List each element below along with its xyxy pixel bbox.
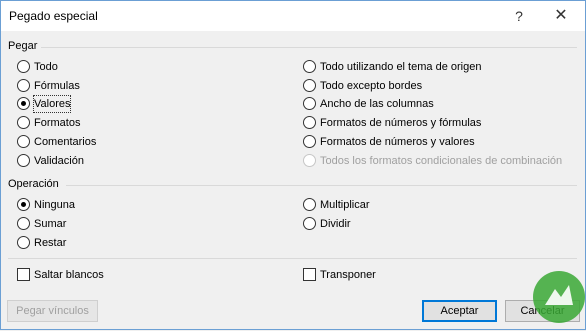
radio-label: Comentarios bbox=[34, 136, 97, 148]
radio-button[interactable] bbox=[303, 79, 316, 92]
radio-button[interactable] bbox=[17, 236, 30, 249]
radio-label: Valores bbox=[32, 95, 72, 113]
operacion-group-label: Operación bbox=[8, 178, 59, 190]
radio-label: Todos los formatos condicionales de comb… bbox=[320, 155, 563, 167]
close-button[interactable]: ✕ bbox=[550, 5, 572, 27]
radio-label: Ninguna bbox=[34, 199, 75, 211]
watermark-logo-icon bbox=[533, 271, 585, 323]
radio-button[interactable] bbox=[17, 154, 30, 167]
radio-button[interactable] bbox=[303, 60, 316, 73]
radio-label: Restar bbox=[34, 237, 67, 249]
radio-button[interactable] bbox=[303, 97, 316, 110]
checkbox-label: Transponer bbox=[320, 269, 376, 281]
pegar-group-label: Pegar bbox=[8, 40, 38, 52]
help-button[interactable]: ? bbox=[508, 5, 530, 27]
radio-button[interactable] bbox=[17, 79, 30, 92]
radio-label: Formatos de números y valores bbox=[320, 136, 475, 148]
checkbox-box[interactable] bbox=[303, 268, 316, 281]
radio-button[interactable] bbox=[17, 135, 30, 148]
checkbox-divider bbox=[8, 258, 577, 259]
radio-label: Formatos de números y fórmulas bbox=[320, 117, 482, 129]
operacion-group-divider bbox=[66, 185, 577, 186]
pegar-vinculos-button[interactable]: Pegar vínculos bbox=[7, 300, 98, 322]
radio-label: Todo utilizando el tema de origen bbox=[320, 61, 482, 73]
checkbox-label: Saltar blancos bbox=[34, 269, 104, 281]
radio-button-selected[interactable] bbox=[17, 97, 30, 110]
checkbox-box[interactable] bbox=[17, 268, 30, 281]
radio-label: Fórmulas bbox=[34, 80, 80, 92]
radio-label: Sumar bbox=[34, 218, 67, 230]
radio-label: Dividir bbox=[320, 218, 351, 230]
radio-label: Multiplicar bbox=[320, 199, 370, 211]
title-bar: Pegado especial ? ✕ bbox=[1, 1, 585, 31]
radio-label: Ancho de las columnas bbox=[320, 98, 434, 110]
dialog-title: Pegado especial bbox=[9, 9, 98, 23]
radio-button-disabled bbox=[303, 154, 316, 167]
radio-button[interactable] bbox=[303, 135, 316, 148]
radio-button[interactable] bbox=[303, 198, 316, 211]
pegar-group-divider bbox=[41, 47, 577, 48]
radio-button[interactable] bbox=[17, 60, 30, 73]
radio-button[interactable] bbox=[17, 217, 30, 230]
radio-label: Validación bbox=[34, 155, 84, 167]
radio-label: Formatos bbox=[34, 117, 81, 129]
radio-button[interactable] bbox=[303, 116, 316, 129]
radio-button[interactable] bbox=[17, 116, 30, 129]
radio-button[interactable] bbox=[303, 217, 316, 230]
paste-special-dialog: Pegado especial ? ✕ Pegar Todo Fórmulas … bbox=[0, 0, 586, 330]
radio-button-selected[interactable] bbox=[17, 198, 30, 211]
radio-label: Todo bbox=[34, 61, 58, 73]
aceptar-button[interactable]: Aceptar bbox=[422, 300, 497, 322]
radio-label: Todo excepto bordes bbox=[320, 80, 423, 92]
